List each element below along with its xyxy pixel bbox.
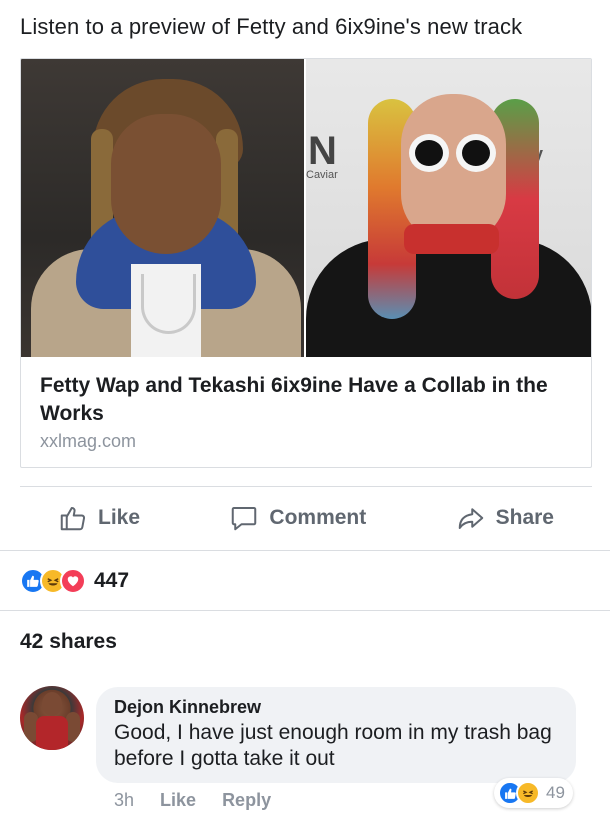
thumbs-up-icon [60, 507, 86, 531]
avatar-arm-right [66, 712, 80, 742]
comment-reactions[interactable]: 49 [494, 778, 573, 808]
comment-reaction-count: 49 [546, 783, 565, 802]
like-button[interactable]: Like [58, 503, 140, 533]
backdrop-logo: N [308, 129, 337, 173]
link-preview-card[interactable]: N Caviar tify Fetty Wap and Tekashi 6ix9… [20, 58, 592, 468]
photo-face [401, 94, 506, 244]
post-text: Listen to a preview of Fetty and 6ix9ine… [20, 14, 523, 39]
avatar-face [42, 692, 62, 716]
comment-bubble: Dejon Kinnebrew Good, I have just enough… [96, 687, 576, 783]
divider [0, 550, 610, 551]
post-actions-bar: Like Comment Share [20, 496, 592, 540]
photo-left[interactable] [21, 59, 304, 357]
comment-text: Good, I have just enough room in my tras… [114, 721, 552, 770]
photo-face [111, 114, 221, 254]
photo-sunglasses-right [456, 134, 496, 172]
comment-meta: 3h Like Reply [114, 790, 271, 811]
share-label: Share [495, 506, 554, 529]
avatar-shirt [36, 716, 68, 750]
photo-right[interactable]: N Caviar tify [306, 59, 591, 357]
photo-bandana [404, 224, 499, 254]
love-reaction-icon [60, 568, 86, 594]
photo-chain [141, 274, 196, 334]
commenter-avatar[interactable] [20, 686, 84, 750]
divider [0, 610, 610, 611]
comment-like-button[interactable]: Like [160, 790, 196, 811]
comment-reply-button[interactable]: Reply [222, 790, 271, 811]
comment-button[interactable]: Comment [229, 503, 366, 533]
share-button[interactable]: Share [456, 503, 554, 533]
haha-reaction-icon [516, 781, 540, 805]
divider [20, 486, 592, 487]
photo-body [306, 239, 591, 357]
shares-count[interactable]: 42 shares [20, 630, 117, 654]
like-label: Like [98, 506, 141, 529]
comment-author[interactable]: Dejon Kinnebrew [114, 697, 558, 718]
reactions-summary[interactable]: 447 [20, 568, 129, 594]
comment-label: Comment [269, 506, 367, 529]
reaction-count: 447 [94, 569, 130, 592]
backdrop-caviar-text: Caviar [306, 169, 338, 181]
comment-icon [232, 507, 257, 531]
link-title[interactable]: Fetty Wap and Tekashi 6ix9ine Have a Col… [40, 372, 580, 428]
card-images[interactable]: N Caviar tify [21, 59, 591, 357]
comment-time: 3h [114, 790, 135, 810]
share-arrow-icon [458, 508, 483, 529]
link-domain: xxlmag.com [40, 431, 137, 451]
photo-sunglasses-left [409, 134, 449, 172]
